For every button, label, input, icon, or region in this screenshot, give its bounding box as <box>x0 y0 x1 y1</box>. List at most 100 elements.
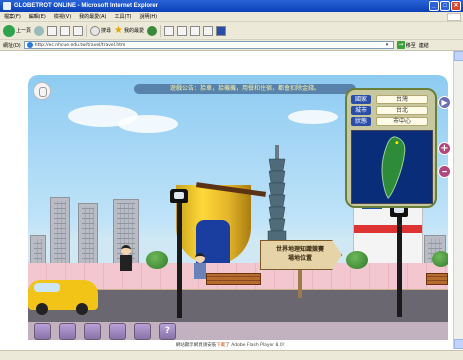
links-label[interactable]: 連結 <box>419 42 429 49</box>
menu-favorites[interactable]: 我的最愛(A) <box>79 13 106 20</box>
stop-icon[interactable] <box>47 25 58 36</box>
toolbar-separator <box>160 24 162 37</box>
taipei-101-tower <box>267 145 287 255</box>
country-label: 國家 <box>351 94 371 104</box>
chevron-down-icon[interactable]: ▾ <box>386 42 392 48</box>
notebook-icon[interactable] <box>109 322 126 340</box>
cloud <box>118 115 178 133</box>
location-info: 國家 台灣 城市 台北 狀態 市中心 <box>351 94 433 126</box>
background-building <box>78 203 98 267</box>
windows-logo-icon <box>447 13 461 21</box>
close-button[interactable]: ✕ <box>451 1 461 11</box>
menu-tools[interactable]: 工具(T) <box>115 13 132 20</box>
street-lamp-head <box>170 189 188 203</box>
info-row-country: 國家 台灣 <box>351 94 433 104</box>
shrub <box>432 251 448 267</box>
messenger-icon[interactable] <box>216 25 227 36</box>
favorites-label: 我的最愛 <box>124 28 145 34</box>
character-icon[interactable] <box>84 322 101 340</box>
signpost-line1: 世界地理知識競賽 <box>275 246 324 253</box>
player-head <box>195 253 205 263</box>
address-input[interactable]: http://ec.nhcue.edu.tw/travel/travel.htm… <box>23 41 394 49</box>
zoom-in-button[interactable]: + <box>438 142 451 155</box>
location-map-panel: 國家 台灣 城市 台北 狀態 市中心 <box>345 88 437 208</box>
npc-character[interactable] <box>120 245 132 271</box>
park-bench <box>426 273 448 285</box>
taxi-car[interactable] <box>28 280 98 315</box>
back-arrow-icon <box>3 24 15 37</box>
info-row-city: 城市 台北 <box>351 105 433 115</box>
maximize-button[interactable]: □ <box>440 1 450 11</box>
footer-prefix: 網站顯示網頁請安裝 <box>175 343 217 348</box>
go-button[interactable]: → 移至 <box>396 41 416 49</box>
menu-file[interactable]: 檔案(F) <box>4 13 21 20</box>
cat-icon[interactable] <box>34 322 51 340</box>
city-value: 台北 <box>376 105 428 115</box>
player-body <box>194 263 206 279</box>
menu-help[interactable]: 說明(H) <box>139 13 157 20</box>
home-icon[interactable] <box>73 25 84 36</box>
venue-signpost[interactable]: 世界地理知識競賽 場地位置 <box>260 240 342 298</box>
signpost-line2: 場地位置 <box>287 255 312 262</box>
status-label: 狀態 <box>351 116 371 126</box>
forward-arrow-icon[interactable] <box>34 25 45 36</box>
media-icon[interactable] <box>147 25 158 36</box>
favorites-button[interactable]: ★ 我的最愛 <box>114 25 144 36</box>
scroll-up-button[interactable] <box>454 51 463 61</box>
menu-view[interactable]: 檢視(V) <box>54 13 71 20</box>
back-button[interactable]: 上一頁 <box>3 24 32 37</box>
go-arrow-icon: → <box>396 41 405 49</box>
print-icon[interactable] <box>177 25 188 36</box>
footer-suffix: 了 Adobe Flash Player 8.0！ <box>225 343 288 348</box>
edit-icon[interactable] <box>190 25 201 36</box>
address-label: 網址(D) <box>3 42 21 49</box>
signpost-pole <box>298 270 302 298</box>
ie-app-icon <box>3 2 11 10</box>
park-bench <box>206 273 261 285</box>
store-awning <box>354 225 422 233</box>
minimize-button[interactable]: _ <box>429 1 439 11</box>
player-character[interactable] <box>194 253 206 279</box>
background-building <box>50 197 70 267</box>
taiwan-map[interactable] <box>351 130 433 204</box>
street-lamp <box>177 203 182 318</box>
mail-icon[interactable] <box>164 25 175 36</box>
back-label: 上一頁 <box>16 28 32 34</box>
shrub <box>146 251 168 269</box>
game-announcement-banner: 遊戲公告：拾車，拾機機，用餐和住宿，都會扣除金錢。 <box>134 84 356 94</box>
go-label: 移至 <box>405 42 416 49</box>
city-label: 城市 <box>351 105 371 115</box>
npc-head <box>121 245 131 255</box>
game-toolbar: ? <box>28 322 448 340</box>
download-link[interactable]: 下載 <box>216 343 225 348</box>
vertical-scrollbar[interactable] <box>453 51 463 349</box>
home-exit-icon[interactable] <box>33 82 51 100</box>
info-row-status: 狀態 市中心 <box>351 116 433 126</box>
next-arrow-button[interactable]: ▶ <box>438 96 451 109</box>
taiwan-island-shape <box>381 136 406 199</box>
toolbar-separator <box>86 24 88 37</box>
shrub <box>346 251 368 269</box>
discuss-icon[interactable] <box>203 25 214 36</box>
flash-install-notice: 網站顯示網頁請安裝下載了 Adobe Flash Player 8.0！ <box>0 342 463 350</box>
taxi-window <box>34 283 60 292</box>
cloud <box>288 110 338 124</box>
search-button[interactable]: 搜尋 <box>90 25 111 36</box>
browser-toolbar: 上一頁 搜尋 ★ 我的最愛 <box>0 22 463 40</box>
npc-body <box>120 255 132 271</box>
taxi-wheel <box>76 303 88 315</box>
bag-icon[interactable] <box>59 322 76 340</box>
refresh-icon[interactable] <box>60 25 71 36</box>
status-bar <box>0 350 463 360</box>
street-lamp <box>397 217 402 317</box>
star-icon: ★ <box>114 25 123 36</box>
window-title: GLOBETROT ONLINE - Microsoft Internet Ex… <box>14 3 159 9</box>
zoom-out-button[interactable]: ━ <box>438 165 451 178</box>
country-value: 台灣 <box>376 94 428 104</box>
taxi-wheel <box>36 303 48 315</box>
help-icon[interactable]: ? <box>159 322 176 340</box>
checklist-icon[interactable] <box>134 322 151 340</box>
menu-edit[interactable]: 編輯(E) <box>29 13 46 20</box>
window-buttons: _ □ ✕ <box>429 1 461 11</box>
window-titlebar: GLOBETROT ONLINE - Microsoft Internet Ex… <box>0 0 463 12</box>
